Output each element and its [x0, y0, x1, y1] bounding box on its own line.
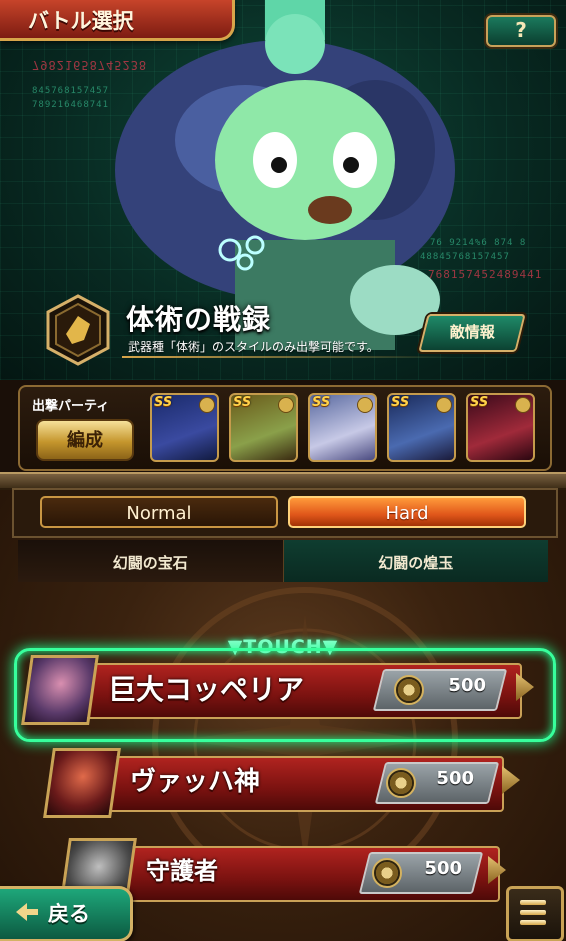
difficulty-hard-label: Hard [385, 503, 429, 524]
party-label-block: 出撃パーティ 編成 [22, 387, 140, 461]
stamina-cost: 500 [424, 858, 462, 879]
party-member-2[interactable]: SS [229, 393, 298, 462]
menu-icon [520, 900, 546, 905]
party-members: SS SS SS SS SS [150, 393, 546, 463]
back-arrow-icon [16, 903, 38, 921]
chevron-right-icon [516, 673, 534, 701]
element-icon [278, 397, 294, 413]
enemy-info-button[interactable]: 敵情報 [418, 314, 526, 352]
rank-badge: SS [233, 395, 252, 410]
quest-row[interactable]: 巨大コッペリア 500 [18, 655, 548, 725]
tab-gem[interactable]: 幻闘の宝石 [18, 540, 284, 582]
divider [122, 356, 452, 358]
element-icon [515, 397, 531, 413]
record-restriction: 武器種「体術」のスタイルのみ出撃可能です。 [128, 340, 379, 354]
element-icon [357, 397, 373, 413]
party-member-5[interactable]: SS [466, 393, 535, 462]
stamina-coin-icon [394, 675, 424, 705]
help-button[interactable]: ? [486, 15, 556, 47]
party-member-3[interactable]: SS [308, 393, 377, 462]
quest-row[interactable]: ヴァッハ神 500 [40, 748, 530, 818]
tab-label: 幻闘の煌玉 [378, 554, 454, 572]
menu-icon [520, 920, 546, 925]
quest-name: 守護者 [146, 857, 218, 885]
party-label: 出撃パーティ [32, 399, 110, 414]
rank-badge: SS [154, 395, 173, 410]
menu-button[interactable] [506, 886, 564, 941]
reward-tabs: 幻闘の宝石 幻闘の煌玉 [18, 540, 548, 582]
record-title: 体術の戦録 [126, 303, 272, 336]
difficulty-selector: Normal Hard [12, 488, 558, 538]
chevron-right-icon [502, 766, 520, 794]
battle-select-screen: 79821658745238 845768157457 789216468741… [0, 0, 566, 941]
menu-icon [520, 910, 546, 915]
party-member-4[interactable]: SS [387, 393, 456, 462]
rank-badge: SS [391, 395, 410, 410]
difficulty-normal-label: Normal [126, 503, 192, 524]
party-strip: 出撃パーティ 編成 SS SS SS SS SS [18, 385, 552, 471]
quest-name: ヴァッハ神 [130, 767, 261, 797]
stamina-coin-icon [372, 858, 402, 888]
enemy-info-label: 敵情報 [449, 323, 495, 341]
rank-badge: SS [470, 395, 489, 410]
page-title: バトル選択 [28, 9, 134, 33]
boss-portrait [21, 655, 99, 725]
stamina-cost: 500 [436, 768, 474, 789]
screen-title-bar: バトル選択 [0, 0, 235, 41]
tab-orb[interactable]: 幻闘の煌玉 [283, 540, 548, 582]
tab-label: 幻闘の宝石 [112, 554, 188, 572]
record-info: 体術の戦録 武器種「体術」のスタイルのみ出撃可能です。 敵情報 [36, 294, 526, 370]
quest-name: 巨大コッペリア [108, 673, 305, 706]
back-button[interactable]: 戻る [0, 886, 133, 941]
element-icon [199, 397, 215, 413]
boss-portrait [43, 748, 121, 818]
difficulty-normal-button[interactable]: Normal [40, 496, 278, 528]
back-label: 戻る [48, 902, 90, 926]
stamina-coin-icon [386, 768, 416, 798]
stamina-cost: 500 [448, 675, 486, 696]
difficulty-hard-button[interactable]: Hard [288, 496, 526, 528]
party-edit-label: 編成 [67, 430, 103, 451]
fist-emblem-icon [46, 294, 110, 366]
party-member-1[interactable]: SS [150, 393, 219, 462]
rank-badge: SS [312, 395, 331, 410]
element-icon [436, 397, 452, 413]
party-edit-button[interactable]: 編成 [36, 419, 134, 461]
help-label: ? [515, 18, 527, 42]
